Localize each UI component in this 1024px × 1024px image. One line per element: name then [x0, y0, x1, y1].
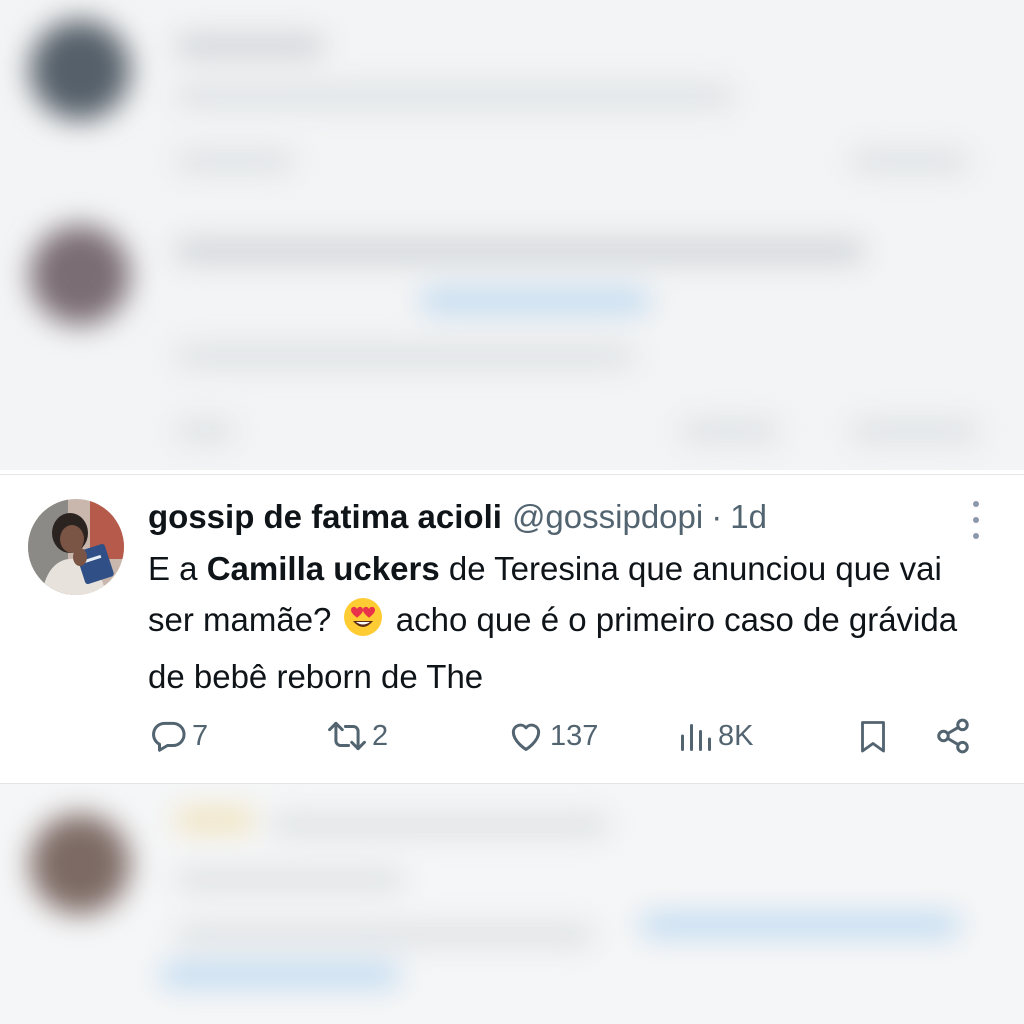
like-icon — [506, 717, 546, 755]
post[interactable]: gossip de fatima acioli @gossipdopi · 1d… — [0, 474, 1024, 784]
heart-eyes-emoji-icon — [343, 597, 383, 651]
like-button[interactable]: 137 — [506, 711, 598, 761]
separator: · — [711, 498, 723, 535]
mentioned-name: Camilla uckers — [206, 550, 440, 587]
views-count: 8K — [718, 719, 754, 752]
share-button[interactable] — [934, 711, 972, 761]
action-bar: 7 2 137 8K — [0, 711, 1024, 761]
repost-button[interactable]: 2 — [326, 711, 388, 761]
more-icon[interactable] — [960, 501, 992, 539]
share-icon — [934, 716, 972, 756]
reply-button[interactable]: 7 — [150, 711, 208, 761]
post-text: E a Camilla uckers de Teresina que anunc… — [148, 543, 988, 702]
reply-count: 7 — [192, 719, 209, 752]
display-name[interactable]: gossip de fatima acioli — [148, 495, 502, 539]
post-text-part: E a — [148, 550, 207, 587]
blurred-next-post — [0, 784, 1024, 1024]
bookmark-icon — [855, 716, 891, 756]
avatar[interactable] — [28, 499, 124, 595]
views-button[interactable]: 8K — [678, 711, 753, 761]
reply-icon — [150, 717, 188, 755]
repost-count: 2 — [372, 719, 389, 752]
post-header: gossip de fatima acioli @gossipdopi · 1d — [148, 495, 767, 539]
user-handle[interactable]: @gossipdopi — [512, 495, 703, 539]
repost-icon — [326, 717, 368, 755]
like-count: 137 — [550, 719, 599, 752]
timestamp[interactable]: 1d — [730, 495, 767, 539]
views-icon — [678, 717, 714, 755]
blurred-previous-posts — [0, 0, 1024, 470]
bookmark-button[interactable] — [855, 711, 891, 761]
